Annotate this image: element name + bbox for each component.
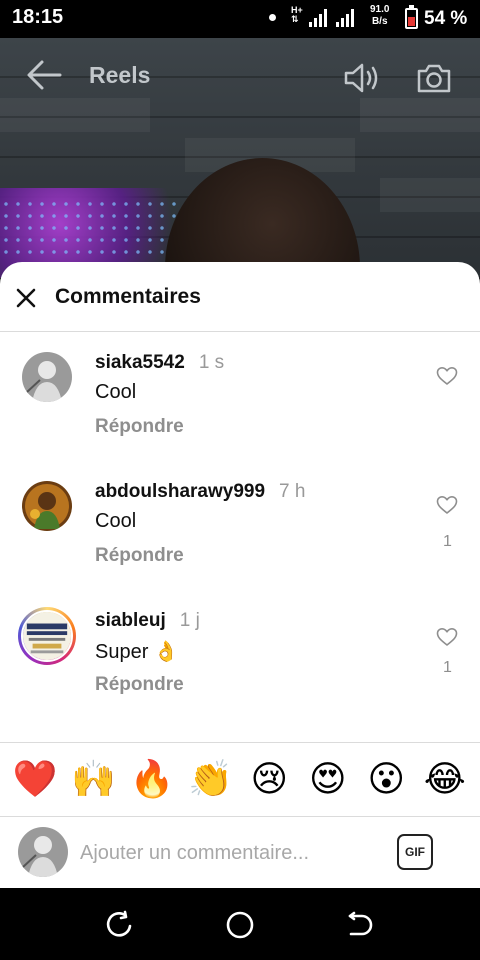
comment-input-row: GIF <box>0 818 480 888</box>
reel-title: Reels <box>89 62 151 88</box>
comment-text: Super 👌 <box>95 641 179 663</box>
signal-icon <box>309 9 327 27</box>
battery-icon <box>405 5 418 29</box>
avatar-story-ring[interactable] <box>18 607 76 665</box>
network-speed-value: 91.0 <box>370 4 390 15</box>
emoji-raising-hands-button[interactable]: 🙌 <box>70 759 118 800</box>
heart-icon[interactable] <box>436 366 458 386</box>
emoji-reaction-bar: ❤️ 🙌 🔥 👏 😢 😍 😮 😂 <box>0 742 480 817</box>
comment-time: 1 s <box>198 352 225 373</box>
network-type-label: H+ <box>291 5 303 15</box>
comment-text: Cool <box>95 510 137 532</box>
emoji-heart-button[interactable]: ❤️ <box>11 759 59 800</box>
reply-button[interactable]: Répondre <box>95 674 184 696</box>
like-count: 1 <box>443 533 452 550</box>
system-nav-bar <box>0 888 480 960</box>
network-speed: 91.0 B/s <box>370 4 389 28</box>
emoji-clap-button[interactable]: 👏 <box>187 759 235 800</box>
home-icon[interactable] <box>225 910 255 940</box>
reply-button[interactable]: Répondre <box>95 545 184 567</box>
like-count: 1 <box>443 659 452 676</box>
close-icon[interactable] <box>12 284 40 312</box>
neon-dots <box>0 198 190 258</box>
comment-text: Cool <box>95 381 137 403</box>
speaker-icon[interactable] <box>342 60 382 96</box>
emoji-fire-button[interactable]: 🔥 <box>128 759 176 800</box>
comment-input[interactable] <box>80 836 380 870</box>
comment-username[interactable]: abdoulsharawy999 7 h <box>95 481 305 503</box>
comment-username[interactable]: siableuj 1 j <box>95 610 200 632</box>
recent-apps-icon[interactable] <box>105 910 135 940</box>
status-bar: 18:15 H+ ⇅ 91.0 B/s 54 % <box>0 0 480 38</box>
comment-time: 7 h <box>279 481 306 502</box>
camera-icon[interactable] <box>414 60 454 96</box>
avatar[interactable] <box>22 481 72 531</box>
emoji-crying-button[interactable]: 😢 <box>245 759 293 800</box>
username-text[interactable]: abdoulsharawy999 <box>95 481 265 502</box>
back-icon[interactable] <box>345 910 375 940</box>
person-head <box>165 158 360 278</box>
notification-dot-icon <box>269 14 276 21</box>
status-time: 18:15 <box>12 6 64 28</box>
username-text[interactable]: siaka5542 <box>95 352 185 373</box>
reel-header: Reels <box>0 38 480 114</box>
emoji-heart-eyes-button[interactable]: 😍 <box>304 759 352 800</box>
sheet-title: Commentaires <box>55 285 201 308</box>
network-speed-unit: B/s <box>371 16 388 27</box>
avatar[interactable] <box>22 352 72 402</box>
comment-item: abdoulsharawy999 7 h Cool Répondre 1 <box>0 481 480 601</box>
username-text[interactable]: siableuj <box>95 610 166 631</box>
reply-button[interactable]: Répondre <box>95 416 184 438</box>
gif-button[interactable]: GIF <box>397 834 433 870</box>
my-avatar <box>18 827 68 877</box>
back-arrow-icon[interactable] <box>24 58 64 92</box>
comments-sheet: Commentaires siaka5542 1 s Cool Répondre <box>0 262 480 888</box>
comment-time: 1 j <box>179 610 200 631</box>
sheet-header: Commentaires <box>0 262 480 332</box>
heart-icon[interactable] <box>436 627 458 647</box>
emoji-surprised-button[interactable]: 😮 <box>362 759 410 800</box>
network-type: H+ ⇅ <box>291 5 303 24</box>
comment-username[interactable]: siaka5542 1 s <box>95 352 224 374</box>
comment-item: siableuj 1 j Super 👌 Répondre 1 <box>0 607 480 727</box>
comment-item: siaka5542 1 s Cool Répondre <box>0 352 480 472</box>
signal-icon-2 <box>336 9 354 27</box>
emoji-laughing-button[interactable]: 😂 <box>421 759 469 800</box>
battery-percent: 54 % <box>424 8 468 29</box>
heart-icon[interactable] <box>436 495 458 515</box>
